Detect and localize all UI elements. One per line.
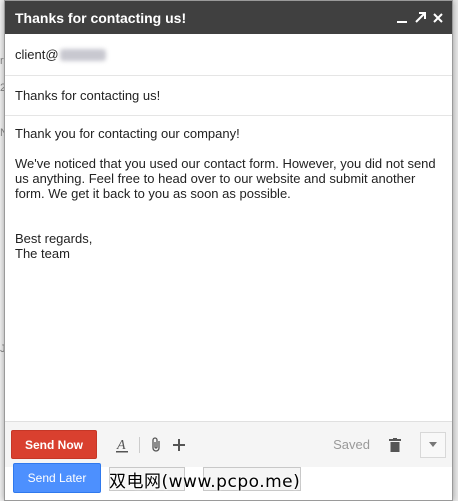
trash-icon[interactable] bbox=[384, 434, 406, 456]
svg-text:A: A bbox=[116, 438, 126, 453]
compose-toolbar: Send Now A Saved bbox=[5, 421, 452, 467]
body-line-1: Thank you for contacting our company! bbox=[15, 126, 240, 141]
blurred-domain bbox=[59, 48, 106, 61]
add-icon[interactable] bbox=[168, 434, 190, 456]
to-field[interactable]: client@ bbox=[5, 34, 452, 76]
saved-status: Saved bbox=[333, 437, 370, 452]
formatting-icon[interactable]: A bbox=[111, 434, 133, 456]
chevron-down-icon bbox=[429, 442, 437, 447]
minimize-icon[interactable] bbox=[396, 11, 408, 25]
subject-value: Thanks for contacting us! bbox=[15, 88, 161, 103]
send-now-button[interactable]: Send Now bbox=[11, 430, 97, 459]
toolbar-divider bbox=[139, 436, 140, 453]
popout-icon[interactable] bbox=[414, 11, 426, 25]
subject-field[interactable]: Thanks for contacting us! bbox=[5, 76, 452, 116]
body-signature: The team bbox=[15, 246, 70, 261]
to-value: client@ bbox=[15, 47, 59, 62]
body-paragraph-2: We've noticed that you used our contact … bbox=[15, 156, 436, 201]
attach-icon[interactable] bbox=[146, 434, 168, 456]
watermark: 双电网(www.pcpo.me) bbox=[109, 472, 301, 492]
compose-titlebar[interactable]: Thanks for contacting us! bbox=[5, 1, 452, 34]
compose-title: Thanks for contacting us! bbox=[15, 9, 187, 26]
send-later-button[interactable]: Send Later bbox=[13, 463, 101, 493]
more-options-dropdown[interactable] bbox=[420, 431, 446, 458]
compose-window: Thanks for contacting us! client@ Thanks… bbox=[4, 0, 453, 501]
close-icon[interactable] bbox=[432, 11, 444, 25]
message-body[interactable]: Thank you for contacting our company! We… bbox=[5, 116, 452, 261]
body-signoff: Best regards, bbox=[15, 231, 93, 246]
